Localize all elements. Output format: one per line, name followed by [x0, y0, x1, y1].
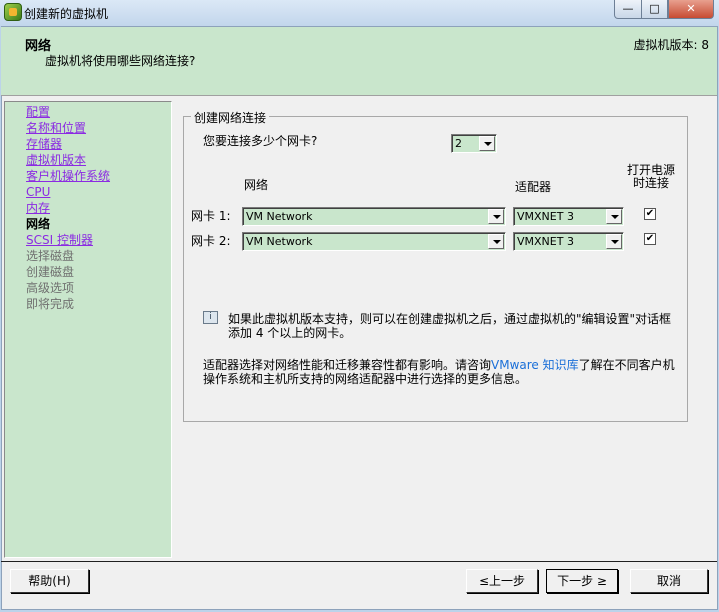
column-header-network: 网络: [244, 178, 269, 192]
nic-label: 网卡 1:: [191, 209, 231, 223]
sidebar-item: 网络: [26, 217, 51, 231]
groupbox-title: 创建网络连接: [191, 109, 270, 126]
minimize-button[interactable]: —: [614, 0, 642, 19]
note-text: 适配器选择对网络性能和迁移兼容性都有影响。请咨询: [203, 358, 492, 372]
info-text: 如果此虚拟机版本支持，则可以在创建虚拟机之后，通过虚拟机的"编辑设置"对话框添加…: [228, 312, 672, 340]
sidebar-item[interactable]: CPU: [26, 185, 50, 200]
vmware-kb-link[interactable]: VMware 知识库: [491, 358, 579, 372]
chevron-down-icon[interactable]: [606, 234, 622, 249]
column-header-adapter: 适配器: [515, 180, 552, 194]
sidebar-item[interactable]: 配置: [26, 105, 50, 120]
nic-count-label: 您要连接多少个网卡?: [203, 134, 318, 148]
sidebar-item: 选择磁盘: [26, 249, 75, 263]
header-panel: 网络 虚拟机将使用哪些网络连接? 虚拟机版本: 8: [1, 27, 717, 96]
sidebar-item[interactable]: SCSI 控制器: [26, 233, 93, 248]
adapter-select[interactable]: VMXNET 3: [513, 232, 624, 251]
chevron-down-icon[interactable]: [488, 209, 504, 224]
info-icon: i: [203, 311, 218, 324]
sidebar-item: 即将完成: [26, 297, 75, 311]
vm-version-label: 虚拟机版本: 8: [633, 38, 710, 52]
network-value: VM Network: [246, 210, 313, 223]
connect-at-power-on-checkbox[interactable]: ✔: [644, 233, 656, 245]
adapter-value: VMXNET 3: [517, 235, 574, 248]
sidebar-item[interactable]: 内存: [26, 201, 50, 216]
nic-count-select[interactable]: 2: [451, 134, 497, 153]
network-value: VM Network: [246, 235, 313, 248]
page-subtitle: 虚拟机将使用哪些网络连接?: [45, 54, 196, 68]
next-button[interactable]: 下一步 ≥: [546, 569, 618, 593]
cancel-button[interactable]: 取消: [630, 569, 708, 593]
network-select[interactable]: VM Network: [242, 232, 506, 251]
connect-at-power-on-checkbox[interactable]: ✔: [644, 208, 656, 220]
title-bar: 创建新的虚拟机 — □ ✕: [0, 0, 719, 26]
adapter-value: VMXNET 3: [517, 210, 574, 223]
adapter-select[interactable]: VMXNET 3: [513, 207, 624, 226]
chevron-down-icon[interactable]: [488, 234, 504, 249]
maximize-button[interactable]: □: [641, 0, 668, 19]
chevron-down-icon[interactable]: [606, 209, 622, 224]
window-title: 创建新的虚拟机: [24, 7, 109, 21]
sidebar-item[interactable]: 虚拟机版本: [26, 153, 86, 168]
footer-divider: [1, 561, 717, 562]
sidebar-item: 创建磁盘: [26, 265, 75, 279]
nic-label: 网卡 2:: [191, 234, 231, 248]
sidebar-item[interactable]: 名称和位置: [26, 121, 86, 136]
column-header-connect: 打开电源 时连接: [627, 163, 676, 190]
chevron-down-icon[interactable]: [479, 136, 495, 151]
vsphere-app-icon: [4, 3, 22, 21]
back-button[interactable]: ≤上一步: [466, 569, 538, 593]
sidebar-item: 高级选项: [26, 281, 75, 295]
adapter-note: 适配器选择对网络性能和迁移兼容性都有影响。请咨询VMware 知识库了解在不同客…: [203, 358, 678, 386]
nic-count-value: 2: [455, 137, 462, 150]
network-select[interactable]: VM Network: [242, 207, 506, 226]
close-button[interactable]: ✕: [668, 0, 714, 19]
help-button[interactable]: 帮助(H): [10, 569, 89, 593]
sidebar-item[interactable]: 存储器: [26, 137, 62, 152]
wizard-steps-sidebar: 配置 名称和位置 存储器 虚拟机版本 客户机操作系统 CPU 内存 网络 SCSI 控制器 选择磁…: [4, 101, 172, 558]
sidebar-item[interactable]: 客户机操作系统: [26, 169, 110, 184]
